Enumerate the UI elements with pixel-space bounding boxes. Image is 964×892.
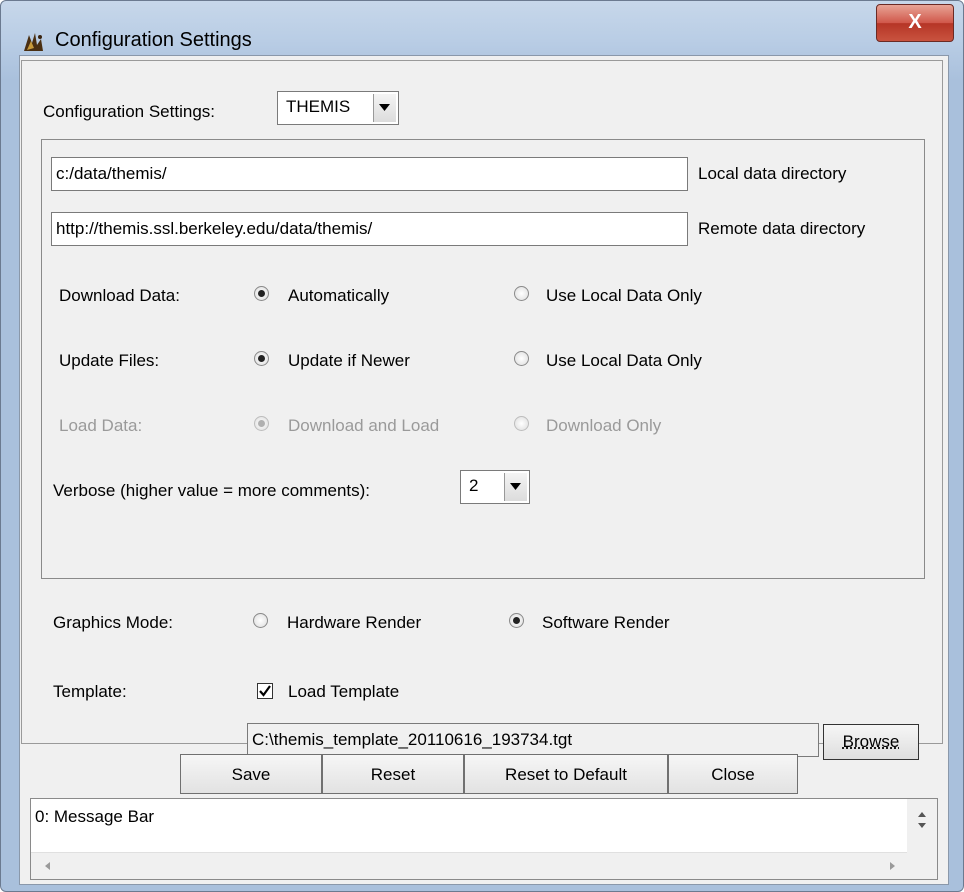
local-data-directory-input[interactable]: c:/data/themis/	[51, 157, 688, 191]
hardware-render-label[interactable]: Hardware Render	[287, 613, 421, 633]
scroll-down-icon	[918, 823, 926, 828]
template-label: Template:	[53, 682, 127, 701]
download-and-load-label: Download and Load	[288, 416, 440, 435]
window-title: Configuration Settings	[55, 29, 252, 51]
load-template-label[interactable]: Load Template	[288, 682, 399, 702]
template-path-value: C:\themis_template_20110616_193734.tgt	[252, 730, 573, 749]
local-data-directory-value: c:/data/themis/	[56, 164, 167, 183]
close-button[interactable]: Close	[668, 754, 798, 794]
horizontal-scrollbar[interactable]	[31, 852, 907, 879]
download-only-label: Download Only	[546, 416, 662, 435]
download-automatically-label[interactable]: Automatically	[288, 286, 389, 306]
close-window-button[interactable]: X	[876, 4, 954, 42]
update-if-newer-label[interactable]: Update if Newer	[288, 351, 410, 371]
vertical-scrollbar[interactable]	[907, 799, 937, 879]
save-button[interactable]: Save	[180, 754, 322, 794]
reset-button[interactable]: Reset	[322, 754, 464, 794]
close-button-label: Close	[711, 765, 755, 784]
reset-to-default-label: Reset to Default	[505, 765, 627, 784]
config-settings-value: THEMIS	[286, 97, 351, 116]
config-settings-window: Configuration Settings X Configuration S…	[0, 0, 964, 892]
download-local-only-radio[interactable]	[514, 286, 529, 301]
download-only-radio	[514, 416, 529, 431]
remote-data-directory-label: Remote data directory	[698, 219, 866, 238]
load-data-label: Load Data:	[59, 416, 143, 435]
save-button-label: Save	[231, 765, 271, 784]
template-path-field[interactable]: C:\themis_template_20110616_193734.tgt	[247, 723, 819, 757]
load-template-checkbox[interactable]	[257, 683, 273, 699]
data-settings-group: c:/data/themis/ Local data directory htt…	[41, 139, 925, 579]
chevron-down-icon[interactable]	[373, 94, 396, 122]
browse-button[interactable]: Browse	[823, 724, 919, 760]
local-data-directory-label: Local data directory	[698, 164, 847, 183]
reset-to-default-button[interactable]: Reset to Default	[464, 754, 668, 794]
app-icon	[21, 29, 47, 55]
download-automatically-radio[interactable]	[254, 286, 269, 301]
update-if-newer-radio[interactable]	[254, 351, 269, 366]
message-bar-text: 0: Message Bar	[35, 807, 155, 826]
message-bar: 0: Message Bar	[30, 798, 938, 880]
close-icon: X	[908, 11, 922, 33]
verbose-label: Verbose (higher value = more comments):	[53, 481, 371, 500]
remote-data-directory-value: http://themis.ssl.berkeley.edu/data/them…	[56, 219, 373, 238]
settings-group: Configuration Settings: THEMIS c:/data/t…	[21, 60, 943, 744]
download-local-only-label[interactable]: Use Local Data Only	[546, 286, 702, 306]
chevron-down-icon[interactable]	[504, 473, 527, 501]
dialog-client-area: Configuration Settings: THEMIS c:/data/t…	[19, 55, 949, 885]
software-render-label[interactable]: Software Render	[542, 613, 670, 633]
config-settings-label: Configuration Settings:	[43, 102, 215, 121]
scroll-right-icon	[890, 862, 895, 870]
remote-data-directory-input[interactable]: http://themis.ssl.berkeley.edu/data/them…	[51, 212, 688, 246]
config-settings-dropdown[interactable]: THEMIS	[277, 91, 399, 125]
download-and-load-radio	[254, 416, 269, 431]
software-render-radio[interactable]	[509, 613, 524, 628]
verbose-value: 2	[469, 476, 479, 495]
reset-button-label: Reset	[370, 765, 416, 784]
hardware-render-radio[interactable]	[253, 613, 268, 628]
update-files-label: Update Files:	[59, 351, 160, 370]
scroll-left-icon	[45, 862, 50, 870]
browse-button-label: Browse	[842, 732, 900, 751]
checkmark-icon	[259, 685, 271, 697]
graphics-mode-label: Graphics Mode:	[53, 613, 173, 632]
update-local-only-label[interactable]: Use Local Data Only	[546, 351, 702, 371]
verbose-dropdown[interactable]: 2	[460, 470, 530, 504]
update-local-only-radio[interactable]	[514, 351, 529, 366]
download-data-label: Download Data:	[59, 286, 180, 305]
scroll-up-icon	[918, 812, 926, 817]
